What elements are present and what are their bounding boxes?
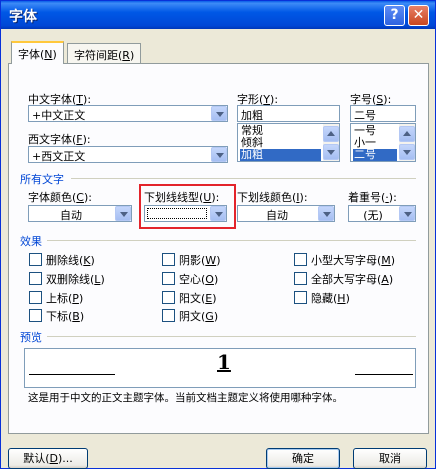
font-color-value: 自动 (60, 209, 82, 222)
close-icon: ✕ (412, 7, 425, 23)
subscript-label: 下标(B) (46, 310, 85, 323)
hidden-checkbox[interactable] (294, 291, 307, 304)
shadow-checkbox[interactable] (162, 253, 175, 266)
highlight-callout (139, 184, 236, 229)
default-button[interactable]: 默认(D)... (8, 448, 88, 469)
western-font-value: +西文正文 (32, 150, 86, 163)
tab-font-key: N (44, 48, 53, 61)
chinese-font-value: +中文正文 (32, 109, 86, 122)
strikethrough-label: 删除线(K) (46, 254, 95, 267)
small-caps-checkbox[interactable] (294, 253, 307, 266)
double-strikethrough-label: 双删除线(L) (46, 273, 105, 286)
western-font-select[interactable]: +西文正文 (28, 146, 228, 163)
engrave-label: 阴文(G) (179, 310, 219, 323)
font-dialog: 字体 ? ✕ 字体(N) 字符间距(R) 中文字体(T): +中文正文 西文字体… (0, 0, 436, 469)
list-item-selected[interactable]: 二号 (353, 149, 397, 161)
font-style-value: 加粗 (241, 109, 263, 122)
chevron-down-icon[interactable] (211, 106, 227, 121)
outline-checkbox[interactable] (162, 272, 175, 285)
scroll-down-icon[interactable] (323, 144, 339, 160)
chevron-down-icon[interactable] (318, 206, 334, 221)
emphasis-mark-label: 着重号(·): (348, 191, 397, 204)
tab-spacing-label: 字符间距 (74, 49, 118, 62)
superscript-label: 上标(P) (46, 292, 84, 305)
superscript-checkbox[interactable] (29, 291, 42, 304)
font-style-list[interactable]: 常规 倾斜 加粗 (237, 123, 340, 162)
engrave-checkbox[interactable] (162, 309, 175, 322)
window-title: 字体 (9, 9, 37, 25)
underline-color-value: 自动 (266, 209, 288, 222)
scroll-up-icon[interactable] (399, 126, 415, 142)
strikethrough-checkbox[interactable] (29, 253, 42, 266)
emboss-label: 阳文(E) (179, 292, 217, 305)
ok-button[interactable]: 确定 (266, 448, 340, 469)
chevron-down-icon[interactable] (115, 206, 131, 221)
help-button[interactable]: ? (384, 5, 405, 26)
emphasis-mark-select[interactable]: (无) (348, 205, 416, 222)
double-strikethrough-checkbox[interactable] (29, 272, 42, 285)
font-style-input[interactable]: 加粗 (237, 105, 340, 122)
tab-spacing-key: R (122, 49, 130, 62)
preview-box: 1 (24, 348, 416, 388)
scrollbar[interactable] (399, 124, 415, 161)
preview-sample-text: 1 (217, 350, 231, 374)
western-font-label: 西文字体(F): (28, 133, 91, 146)
section-divider (47, 240, 416, 241)
chevron-down-icon[interactable] (399, 206, 415, 221)
shadow-label: 阴影(W) (179, 254, 221, 267)
tab-font-label: 字体 (18, 48, 40, 61)
font-size-list[interactable]: 一号 小一 二号 (350, 123, 416, 162)
scroll-down-icon[interactable] (399, 144, 415, 160)
outline-label: 空心(O) (179, 273, 219, 286)
help-icon: ? (390, 7, 399, 23)
font-color-label: 字体颜色(C): (28, 191, 92, 204)
section-divider (47, 336, 416, 337)
section-divider (71, 178, 416, 179)
list-item-selected[interactable]: 加粗 (240, 149, 321, 161)
underline-color-label: 下划线颜色(I): (237, 191, 308, 204)
subscript-checkbox[interactable] (29, 309, 42, 322)
emboss-checkbox[interactable] (162, 291, 175, 304)
all-caps-checkbox[interactable] (294, 272, 307, 285)
font-size-input[interactable]: 二号 (350, 105, 416, 122)
scrollbar[interactable] (323, 124, 339, 161)
underline-color-select[interactable]: 自动 (237, 205, 335, 222)
small-caps-label: 小型大写字母(M) (311, 254, 396, 267)
chevron-down-icon[interactable] (211, 147, 227, 162)
preview-baseline-right (355, 374, 413, 375)
scroll-up-icon[interactable] (323, 126, 339, 142)
font-color-select[interactable]: 自动 (28, 205, 132, 222)
title-bar[interactable]: 字体 ? ✕ (1, 1, 435, 29)
preview-baseline-left (29, 374, 115, 375)
close-button[interactable]: ✕ (408, 5, 429, 26)
cancel-button[interactable]: 取消 (353, 448, 427, 469)
font-size-value: 二号 (354, 109, 376, 122)
preview-section-title: 预览 (20, 331, 42, 344)
all-caps-label: 全部大写字母(A) (311, 273, 394, 286)
hidden-label: 隐藏(H) (311, 292, 350, 305)
emphasis-mark-value: (无) (363, 209, 383, 222)
tab-character-spacing[interactable]: 字符间距(R) (67, 43, 142, 63)
effects-section-title: 效果 (20, 235, 42, 248)
all-text-section-title: 所有文字 (20, 173, 64, 186)
tab-font[interactable]: 字体(N) (11, 41, 64, 64)
chinese-font-select[interactable]: +中文正文 (28, 105, 228, 122)
preview-description: 这是用于中文的正文主题字体。当前文档主题定义将使用哪种字体。 (28, 392, 343, 404)
